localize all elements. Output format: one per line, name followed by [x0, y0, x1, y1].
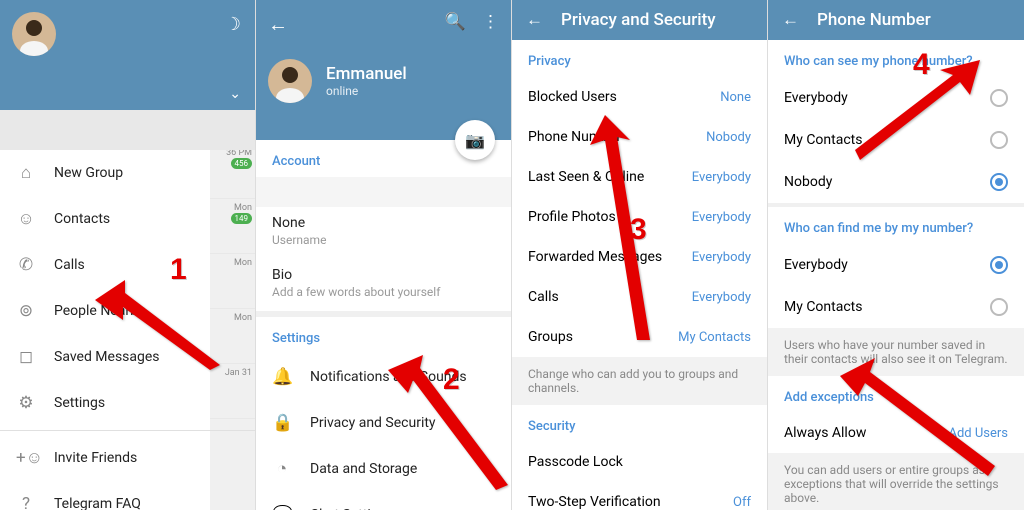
two-step[interactable]: Two-Step Verification Off [512, 482, 767, 510]
menu-label: Calls [54, 257, 85, 273]
radio-icon[interactable] [990, 173, 1008, 191]
menu-label: Contacts [54, 211, 110, 227]
privacy-header: ← Privacy and Security [512, 0, 767, 40]
bio-label: Add a few words about yourself [272, 285, 495, 299]
bio-field[interactable]: Bio Add a few words about yourself [256, 259, 511, 311]
settings-header: ← 🔍⋮ Emmanuel online 📷 [256, 0, 511, 140]
menu-label: Settings [54, 395, 105, 411]
menu-contacts[interactable]: ☺ Contacts [0, 196, 255, 242]
drawer-header: ☽ ⌄ [0, 0, 255, 110]
opt-label: My Contacts [784, 299, 862, 315]
bio-value: Bio [272, 267, 495, 283]
profile-name: Emmanuel [326, 64, 407, 84]
arrow-1 [95, 275, 225, 379]
profile-status: online [326, 84, 407, 98]
divider [0, 430, 255, 431]
nearby-icon: ⊚ [16, 301, 36, 321]
data-icon: ◔ [272, 459, 292, 479]
arrow-4b [840, 358, 1000, 482]
item-value: Everybody [692, 170, 751, 185]
opt-label: Nobody [784, 174, 832, 190]
annotation-1: 1 [170, 253, 187, 287]
chevron-down-icon[interactable]: ⌄ [229, 86, 241, 102]
opt-label: Everybody [784, 257, 848, 273]
invite-icon: +☺ [16, 448, 36, 468]
page-title: Privacy and Security [561, 10, 716, 30]
opt-label: My Contacts [784, 132, 862, 148]
back-icon[interactable]: ← [782, 10, 799, 30]
lock-icon: 🔒 [272, 413, 292, 433]
item-value: Everybody [692, 210, 751, 225]
privacy-section: Privacy [512, 40, 767, 77]
menu-new-group[interactable]: ⌂ New Group [0, 150, 255, 196]
footer-note: Change who can add you to groups and cha… [512, 357, 767, 405]
opt-label: Everybody [784, 90, 848, 106]
menu-invite[interactable]: +☺ Invite Friends [0, 435, 255, 481]
page-title: Phone Number [817, 10, 931, 30]
phone-header: ← Phone Number [768, 0, 1024, 40]
gear-icon: ⚙ [16, 393, 36, 413]
menu-label: Telegram FAQ [54, 496, 141, 510]
avatar[interactable] [268, 59, 312, 103]
item-label: Passcode Lock [528, 454, 623, 470]
camera-button[interactable]: 📷 [455, 120, 495, 160]
item-label: Groups [528, 329, 573, 345]
more-icon[interactable]: ⋮ [482, 12, 499, 32]
menu-label: Invite Friends [54, 450, 137, 466]
passcode[interactable]: Passcode Lock [512, 442, 767, 482]
opt2-everybody[interactable]: Everybody [768, 244, 1024, 286]
item-value: None [720, 90, 751, 105]
back-icon[interactable]: ← [268, 12, 288, 36]
settings-header-label: Settings [256, 317, 511, 354]
item-value: Nobody [706, 130, 751, 145]
username-value: None [272, 215, 495, 231]
item-label: Two-Step Verification [528, 494, 661, 510]
chat-icon: 💬 [272, 505, 292, 510]
menu-settings[interactable]: ⚙ Settings [0, 380, 255, 426]
item-value: Off [733, 495, 751, 510]
annotation-2: 2 [443, 363, 460, 397]
avatar[interactable] [12, 12, 56, 56]
item-label: Blocked Users [528, 89, 617, 105]
arrow-3 [575, 115, 665, 349]
radio-icon[interactable] [990, 89, 1008, 107]
phone-icon: ✆ [16, 255, 36, 275]
security-section: Security [512, 405, 767, 442]
search-icon[interactable]: 🔍 [445, 12, 466, 32]
item-value: Everybody [692, 290, 751, 305]
help-icon: ? [16, 494, 36, 510]
radio-icon[interactable] [990, 256, 1008, 274]
account-strip [0, 110, 255, 150]
item-value: Everybody [692, 250, 751, 265]
item-value: My Contacts [678, 330, 751, 345]
opt2-contacts[interactable]: My Contacts [768, 286, 1024, 328]
person-icon: ☺ [16, 209, 36, 229]
phone-field[interactable] [256, 177, 511, 207]
menu-label: New Group [54, 165, 123, 181]
who-can-find: Who can find me by my number? [768, 207, 1024, 244]
night-mode-icon[interactable]: ☽ [225, 14, 241, 35]
bookmark-icon: ◻ [16, 347, 36, 367]
annotation-3: 3 [630, 213, 647, 247]
radio-icon[interactable] [990, 298, 1008, 316]
item-label: Calls [528, 289, 559, 305]
annotation-4: 4 [913, 48, 930, 82]
back-icon[interactable]: ← [526, 10, 543, 30]
username-label: Username [272, 233, 495, 247]
radio-icon[interactable] [990, 131, 1008, 149]
bell-icon: 🔔 [272, 367, 292, 387]
menu-faq[interactable]: ? Telegram FAQ [0, 481, 255, 510]
blocked-users[interactable]: Blocked Users None [512, 77, 767, 117]
username-field[interactable]: None Username [256, 207, 511, 259]
group-icon: ⌂ [16, 163, 36, 183]
